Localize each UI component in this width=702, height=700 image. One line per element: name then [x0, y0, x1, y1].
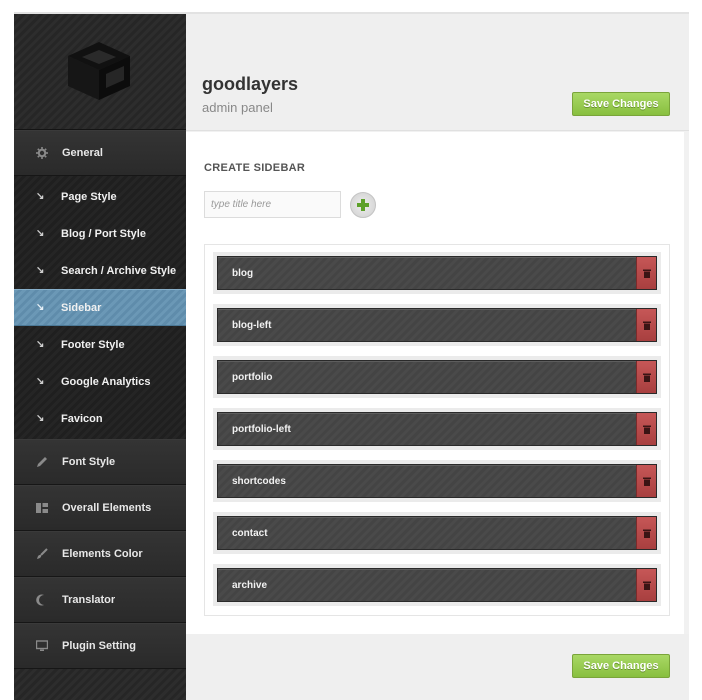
sidebar-item-google-analytics[interactable]: ↘ Google Analytics: [14, 363, 186, 400]
list-item: shortcodes: [213, 460, 661, 502]
list-item: portfolio-left: [213, 408, 661, 450]
trash-icon: [642, 477, 651, 486]
sidebar-name[interactable]: blog-left: [218, 309, 636, 341]
sidebar-item-label: Font Style: [62, 456, 116, 468]
trash-icon: [642, 321, 651, 330]
sidebar-item-favicon[interactable]: ↘ Favicon: [14, 400, 186, 437]
trash-icon: [642, 373, 651, 382]
arrow-down-right-icon: ↘: [36, 265, 45, 276]
sidebar-item-label: Blog / Port Style: [61, 227, 146, 240]
gear-icon: [34, 145, 50, 161]
sidebar-name[interactable]: archive: [218, 569, 636, 601]
delete-sidebar-button[interactable]: [636, 361, 656, 393]
admin-frame: General ↘ Page Style ↘ Blog / Port Style…: [14, 12, 689, 700]
arrow-down-right-icon: ↘: [36, 339, 45, 350]
sidebar-item-label: Footer Style: [61, 338, 125, 351]
sidebar-item-footer-style[interactable]: ↘ Footer Style: [14, 326, 186, 363]
sidebar-item-label: Search / Archive Style: [61, 264, 177, 277]
goodlayers-logo: [68, 42, 130, 100]
trash-icon: [642, 529, 651, 538]
pencil-icon: [34, 454, 50, 470]
delete-sidebar-button[interactable]: [636, 569, 656, 601]
footer-bar: Save Changes: [186, 634, 689, 700]
sidebar: General ↘ Page Style ↘ Blog / Port Style…: [14, 14, 186, 700]
brush-icon: [34, 546, 50, 562]
header: goodlayers admin panel Save Changes: [186, 14, 689, 131]
sidebar-item-label: Translator: [62, 594, 116, 606]
list-item: blog-left: [213, 304, 661, 346]
sidebar-item-label: Sidebar: [61, 301, 102, 314]
sidebar-item-label: Elements Color: [62, 548, 143, 560]
monitor-icon: [34, 638, 50, 654]
sidebar-item-font-style[interactable]: Font Style: [14, 439, 186, 485]
sidebar-name[interactable]: contact: [218, 517, 636, 549]
logo-area: [14, 14, 186, 130]
list-item: archive: [213, 564, 661, 606]
trash-icon: [642, 581, 651, 590]
list-item: portfolio: [213, 356, 661, 398]
list-item: blog: [213, 252, 661, 294]
plus-icon: [357, 199, 369, 211]
sidebar-item-plugin-setting[interactable]: Plugin Setting: [14, 623, 186, 669]
sidebar-item-blog-port-style[interactable]: ↘ Blog / Port Style: [14, 215, 186, 252]
save-changes-button-top[interactable]: Save Changes: [572, 92, 670, 116]
arrow-down-right-icon: ↘: [36, 191, 45, 202]
sidebar-item-translator[interactable]: Translator: [14, 577, 186, 623]
sidebar-title-input[interactable]: [204, 191, 341, 218]
list-item: contact: [213, 512, 661, 554]
delete-sidebar-button[interactable]: [636, 465, 656, 497]
arrow-down-right-icon: ↘: [36, 228, 45, 239]
sidebar-item-elements-color[interactable]: Elements Color: [14, 531, 186, 577]
sidebar-item-page-style[interactable]: ↘ Page Style: [14, 178, 186, 215]
sidebar-name[interactable]: portfolio: [218, 361, 636, 393]
main-content: CREATE SIDEBAR blog blog-left: [186, 132, 684, 634]
sidebar-name[interactable]: blog: [218, 257, 636, 289]
moon-icon: [34, 592, 50, 608]
arrow-down-right-icon: ↘: [36, 413, 45, 424]
sidebar-item-label: Favicon: [61, 412, 103, 425]
sidebar-item-label: Google Analytics: [61, 375, 151, 388]
trash-icon: [642, 425, 651, 434]
sidebar-name[interactable]: shortcodes: [218, 465, 636, 497]
sidebar-item-label: General: [62, 147, 103, 159]
sidebar-item-label: Page Style: [61, 190, 117, 203]
sidebar-item-label: Plugin Setting: [62, 640, 136, 652]
delete-sidebar-button[interactable]: [636, 257, 656, 289]
trash-icon: [642, 269, 651, 278]
brand-subtitle: admin panel: [202, 100, 273, 115]
sidebar-name[interactable]: portfolio-left: [218, 413, 636, 445]
save-changes-button-bottom[interactable]: Save Changes: [572, 654, 670, 678]
sidebar-item-overall-elements[interactable]: Overall Elements: [14, 485, 186, 531]
arrow-down-right-icon: ↘: [36, 302, 45, 313]
sidebar-item-general[interactable]: General: [14, 130, 186, 176]
add-sidebar-button[interactable]: [350, 192, 376, 218]
delete-sidebar-button[interactable]: [636, 517, 656, 549]
delete-sidebar-button[interactable]: [636, 413, 656, 445]
sidebar-item-sidebar[interactable]: ↘ Sidebar: [14, 289, 186, 326]
sidebar-item-search-archive-style[interactable]: ↘ Search / Archive Style: [14, 252, 186, 289]
sidebar-list: blog blog-left portfolio portfolio-left …: [204, 244, 670, 616]
delete-sidebar-button[interactable]: [636, 309, 656, 341]
brand-title: goodlayers: [202, 74, 299, 94]
arrow-down-right-icon: ↘: [36, 376, 45, 387]
sidebar-subgroup-general: ↘ Page Style ↘ Blog / Port Style ↘ Searc…: [14, 176, 186, 439]
layout-icon: [34, 500, 50, 516]
sidebar-item-label: Overall Elements: [62, 502, 152, 514]
section-title: CREATE SIDEBAR: [204, 162, 306, 174]
